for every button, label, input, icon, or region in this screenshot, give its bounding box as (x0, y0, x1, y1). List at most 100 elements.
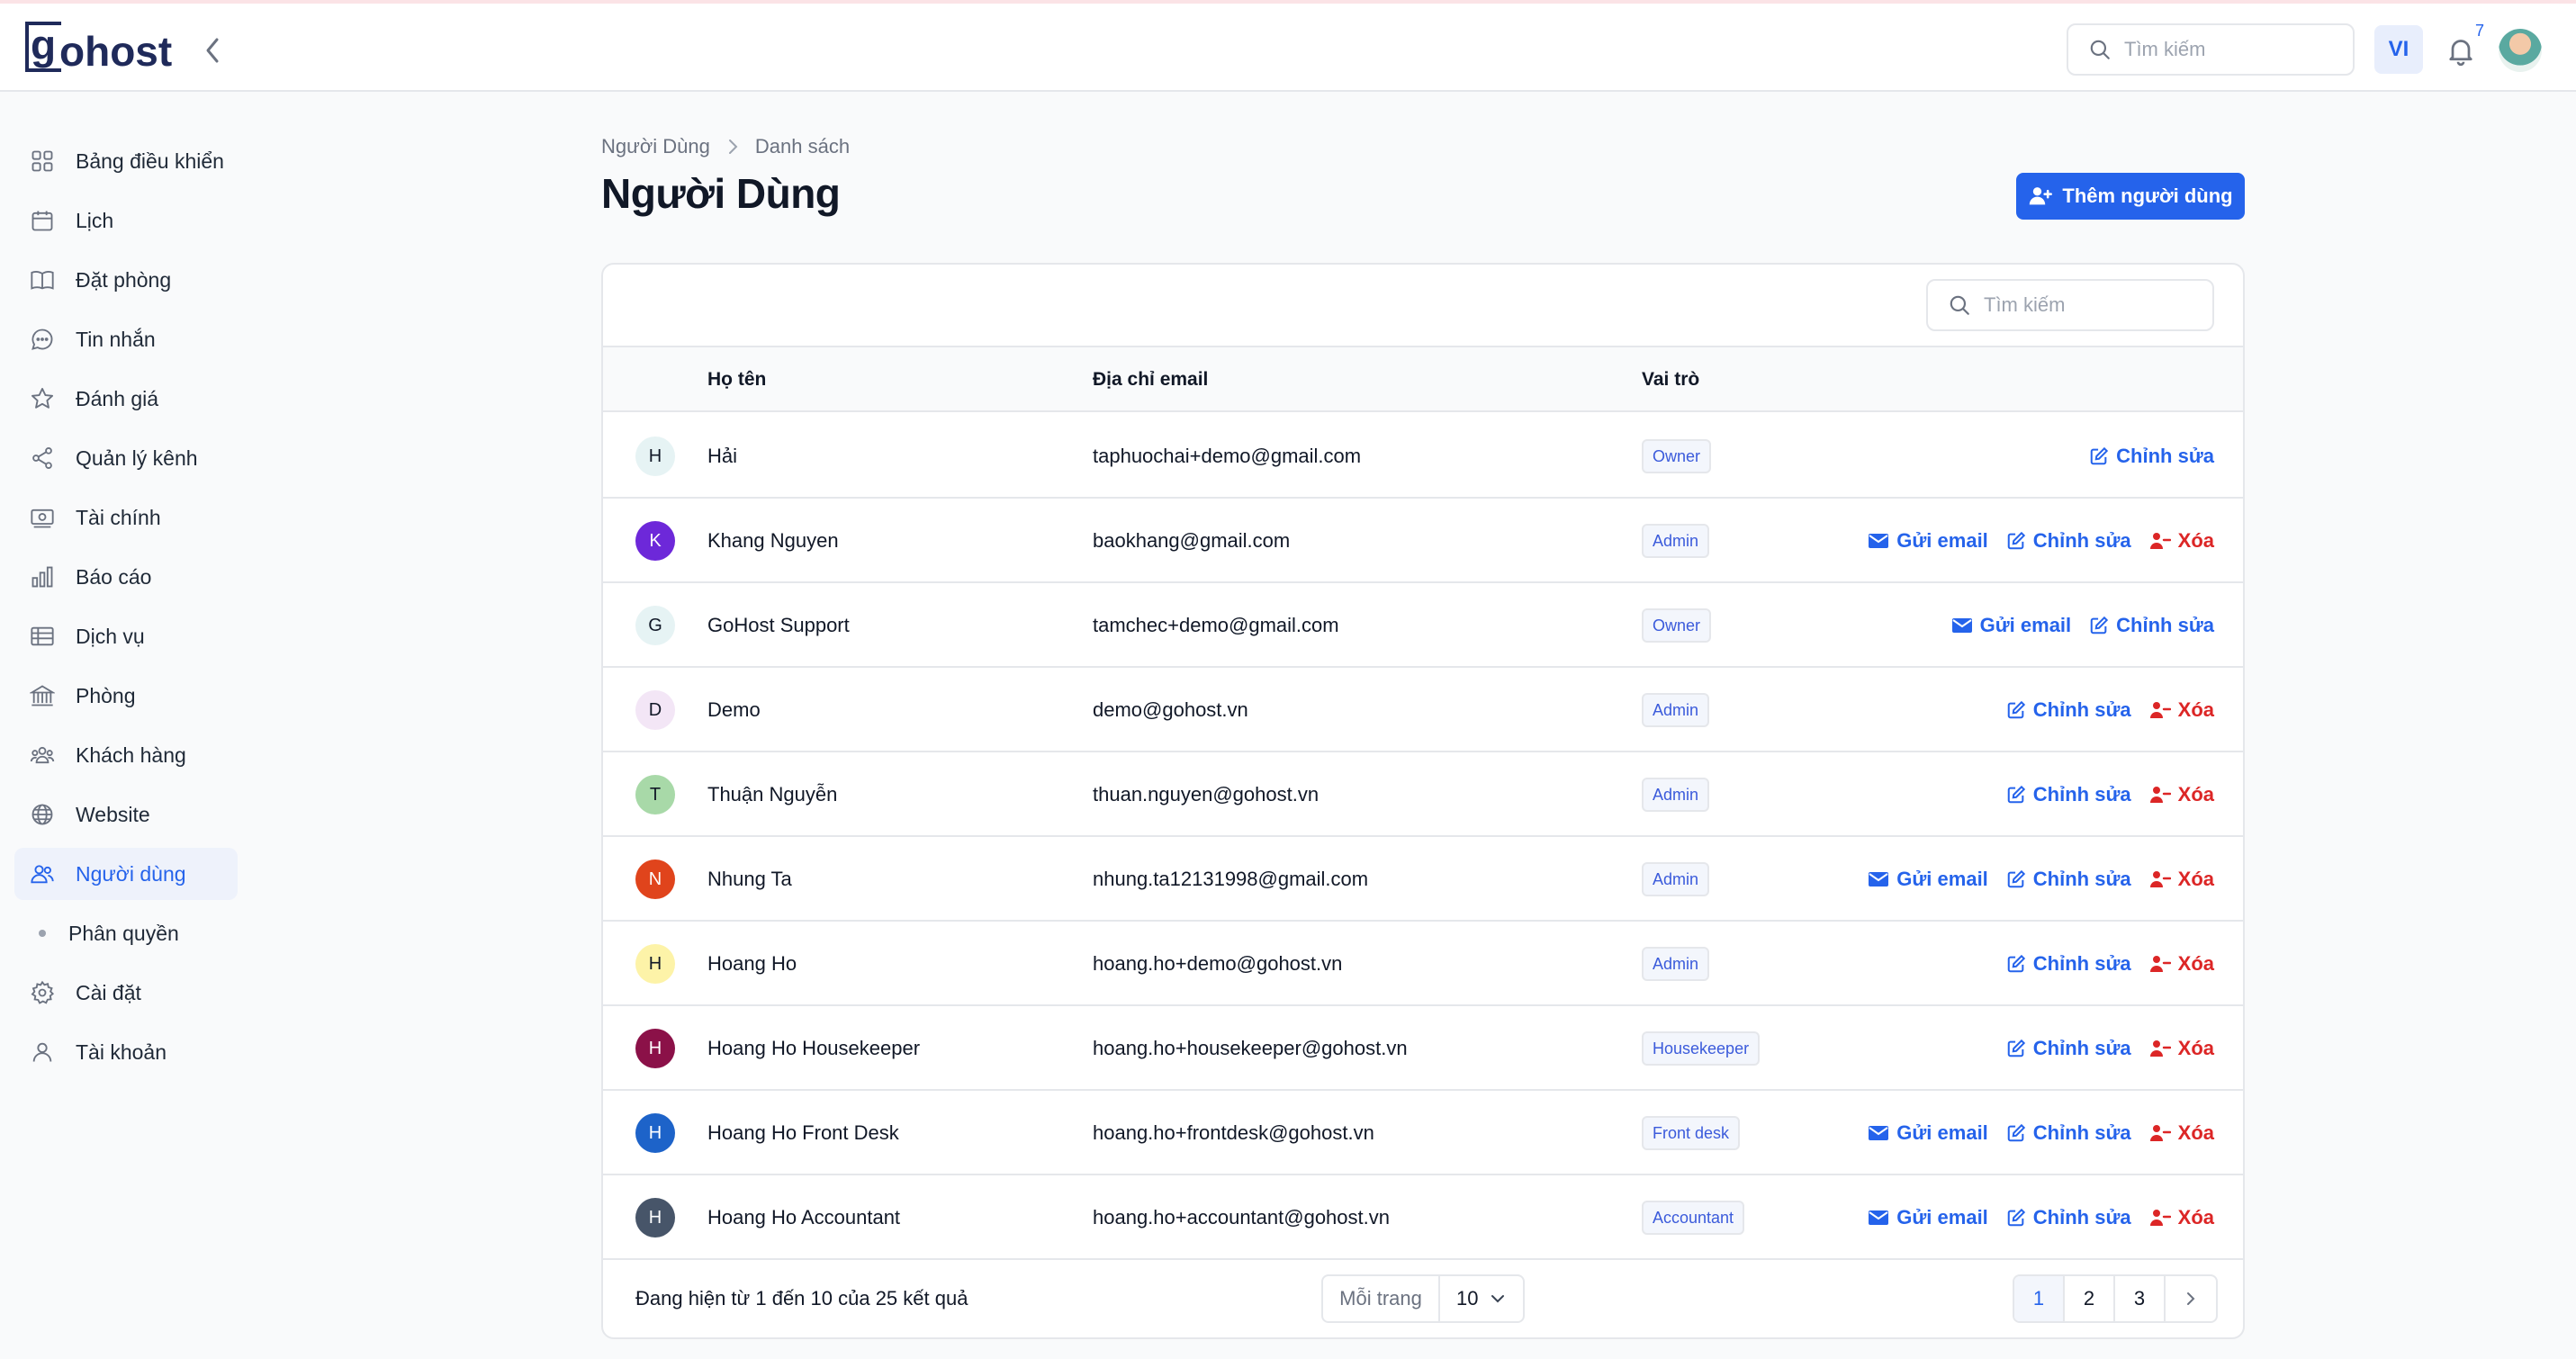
sidebar-item-reports[interactable]: Báo cáo (14, 551, 238, 603)
delete-button-label: Xóa (2177, 1037, 2214, 1059)
sidebar-item-finance[interactable]: Tài chính (14, 491, 238, 544)
user-minus-icon (2149, 533, 2171, 549)
row-actions: Gửi email Chỉnh sửa Xóa (1850, 1091, 2214, 1175)
users-table-card: Họ tên Địa chỉ email Vai trò H Hải taphuoc… (601, 263, 2245, 1339)
send-email-button[interactable]: Gửi email (1868, 529, 1988, 553)
delete-button[interactable]: Xóa (2149, 698, 2214, 722)
sidebar-item-label: Lịch (76, 208, 114, 232)
edit-button[interactable]: Chỉnh sửa (2006, 1121, 2131, 1145)
add-user-button[interactable]: Thêm người dùng (2016, 173, 2245, 220)
table-row: N Nhung Ta nhung.ta12131998@gmail.com Admin… (603, 837, 2243, 922)
sidebar-item-services[interactable]: Dịch vụ (14, 610, 238, 662)
table-search[interactable] (1926, 279, 2214, 331)
user-name: Thuận Nguyễn (707, 783, 838, 806)
search-icon (1950, 295, 1969, 315)
sidebar-item-permissions[interactable]: Phân quyền (14, 907, 238, 959)
customers-icon (27, 740, 58, 770)
delete-button[interactable]: Xóa (2149, 529, 2214, 553)
edit-button[interactable]: Chỉnh sửa (2006, 529, 2131, 553)
sidebar-item-account[interactable]: Tài khoản (14, 1026, 238, 1078)
edit-button[interactable]: Chỉnh sửa (2006, 1206, 2131, 1229)
next-page-button[interactable] (2166, 1276, 2216, 1321)
edit-button[interactable]: Chỉnh sửa (2089, 614, 2214, 637)
sidebar-item-label: Đặt phòng (76, 267, 172, 292)
edit-button[interactable]: Chỉnh sửa (2006, 698, 2131, 722)
header-search[interactable] (2067, 23, 2355, 76)
delete-button[interactable]: Xóa (2149, 1037, 2214, 1060)
edit-button[interactable]: Chỉnh sửa (2089, 445, 2214, 468)
breadcrumb-parent-link[interactable]: Người Dùng (601, 135, 710, 158)
user-minus-icon (2149, 871, 2171, 887)
role-badge: Owner (1642, 439, 1712, 473)
table-row: H Hoang Ho hoang.ho+demo@gohost.vn Admin Chỉ… (603, 922, 2243, 1006)
avatar-initial: N (648, 868, 662, 889)
table-row: K Khang Nguyen baokhang@gmail.com Admin Gửi … (603, 499, 2243, 583)
per-page-select[interactable]: Mỗi trang 10 (1321, 1274, 1525, 1323)
users-icon (27, 859, 58, 889)
user-name: Nhung Ta (707, 868, 792, 890)
page-1-button[interactable]: 1 (2014, 1276, 2065, 1321)
sidebar-item-customers[interactable]: Khách hàng (14, 729, 238, 781)
column-header-name[interactable]: Họ tên (707, 347, 766, 412)
sidebar-item-channel-manager[interactable]: Quản lý kênh (14, 432, 238, 484)
row-actions: Gửi email Chỉnh sửa (1933, 583, 2214, 668)
language-switch-button[interactable]: VI (2374, 25, 2423, 74)
per-page-value[interactable]: 10 (1440, 1287, 1505, 1310)
avatar: H (635, 1029, 675, 1068)
role-badge: Admin (1642, 947, 1710, 981)
role-badge: Housekeeper (1642, 1031, 1761, 1066)
breadcrumb: Người Dùng Danh sách (601, 135, 850, 158)
search-icon (2090, 40, 2110, 59)
page-3-button[interactable]: 3 (2115, 1276, 2166, 1321)
delete-button[interactable]: Xóa (2149, 952, 2214, 976)
user-email: thuan.nguyen@gohost.vn (1093, 783, 1320, 806)
role-badge: Accountant (1642, 1201, 1745, 1235)
sidebar-item-dashboard[interactable]: Bảng điều khiển (14, 135, 238, 187)
row-actions: Chỉnh sửa (2071, 414, 2214, 499)
user-avatar[interactable] (2499, 29, 2542, 72)
row-actions: Chỉnh sửa Xóa (1988, 752, 2214, 837)
sidebar-item-bookings[interactable]: Đặt phòng (14, 254, 238, 306)
send-email-button[interactable]: Gửi email (1868, 1206, 1988, 1229)
breadcrumb-current: Danh sách (754, 135, 851, 158)
mail-icon (1869, 1210, 1889, 1225)
delete-button[interactable]: Xóa (2149, 1206, 2214, 1229)
delete-button[interactable]: Xóa (2149, 783, 2214, 806)
gohost-logo[interactable]: g ohost (25, 22, 172, 72)
table-search-input[interactable] (1984, 293, 2191, 317)
collapse-sidebar-button[interactable] (200, 34, 225, 67)
edit-button[interactable]: Chỉnh sửa (2006, 783, 2131, 806)
results-summary: Đang hiện từ 1 đến 10 của 25 kết quả (635, 1287, 968, 1310)
column-header-role[interactable]: Vai trò (1642, 347, 1699, 412)
sidebar-item-messages[interactable]: Tin nhắn (14, 313, 238, 365)
edit-button[interactable]: Chỉnh sửa (2006, 1037, 2131, 1060)
building-icon (27, 680, 58, 711)
sidebar-item-users[interactable]: Người dùng (14, 848, 238, 900)
sidebar-item-reviews[interactable]: Đánh giá (14, 373, 238, 425)
send-email-button[interactable]: Gửi email (1868, 868, 1988, 891)
chevron-left-icon (206, 38, 219, 63)
sidebar-item-settings[interactable]: Cài đặt (14, 967, 238, 1019)
send-email-button[interactable]: Gửi email (1951, 614, 2071, 637)
column-header-email[interactable]: Địa chỉ email (1093, 347, 1208, 412)
header-search-input[interactable] (2124, 38, 2331, 61)
logo-mark: g (25, 22, 61, 72)
edit-button[interactable]: Chỉnh sửa (2006, 868, 2131, 891)
page-2-button[interactable]: 2 (2065, 1276, 2115, 1321)
user-minus-icon (2149, 1210, 2171, 1226)
table-row: G GoHost Support tamchec+demo@gmail.com Own… (603, 583, 2243, 668)
edit-icon (2090, 616, 2109, 634)
edit-icon (2007, 700, 2025, 719)
sidebar-item-website[interactable]: Website (14, 788, 238, 841)
avatar: K (635, 521, 675, 561)
top-header: g ohost VI 7 (0, 4, 2576, 92)
sidebar-item-calendar[interactable]: Lịch (14, 194, 238, 247)
user-name: Hoang Ho Accountant (707, 1206, 901, 1228)
delete-button[interactable]: Xóa (2149, 1121, 2214, 1145)
send-email-button[interactable]: Gửi email (1868, 1121, 1988, 1145)
user-email: demo@gohost.vn (1093, 698, 1248, 721)
delete-button[interactable]: Xóa (2149, 868, 2214, 891)
sidebar-item-rooms[interactable]: Phòng (14, 670, 238, 722)
bell-icon[interactable] (2445, 34, 2477, 67)
edit-button[interactable]: Chỉnh sửa (2006, 952, 2131, 976)
